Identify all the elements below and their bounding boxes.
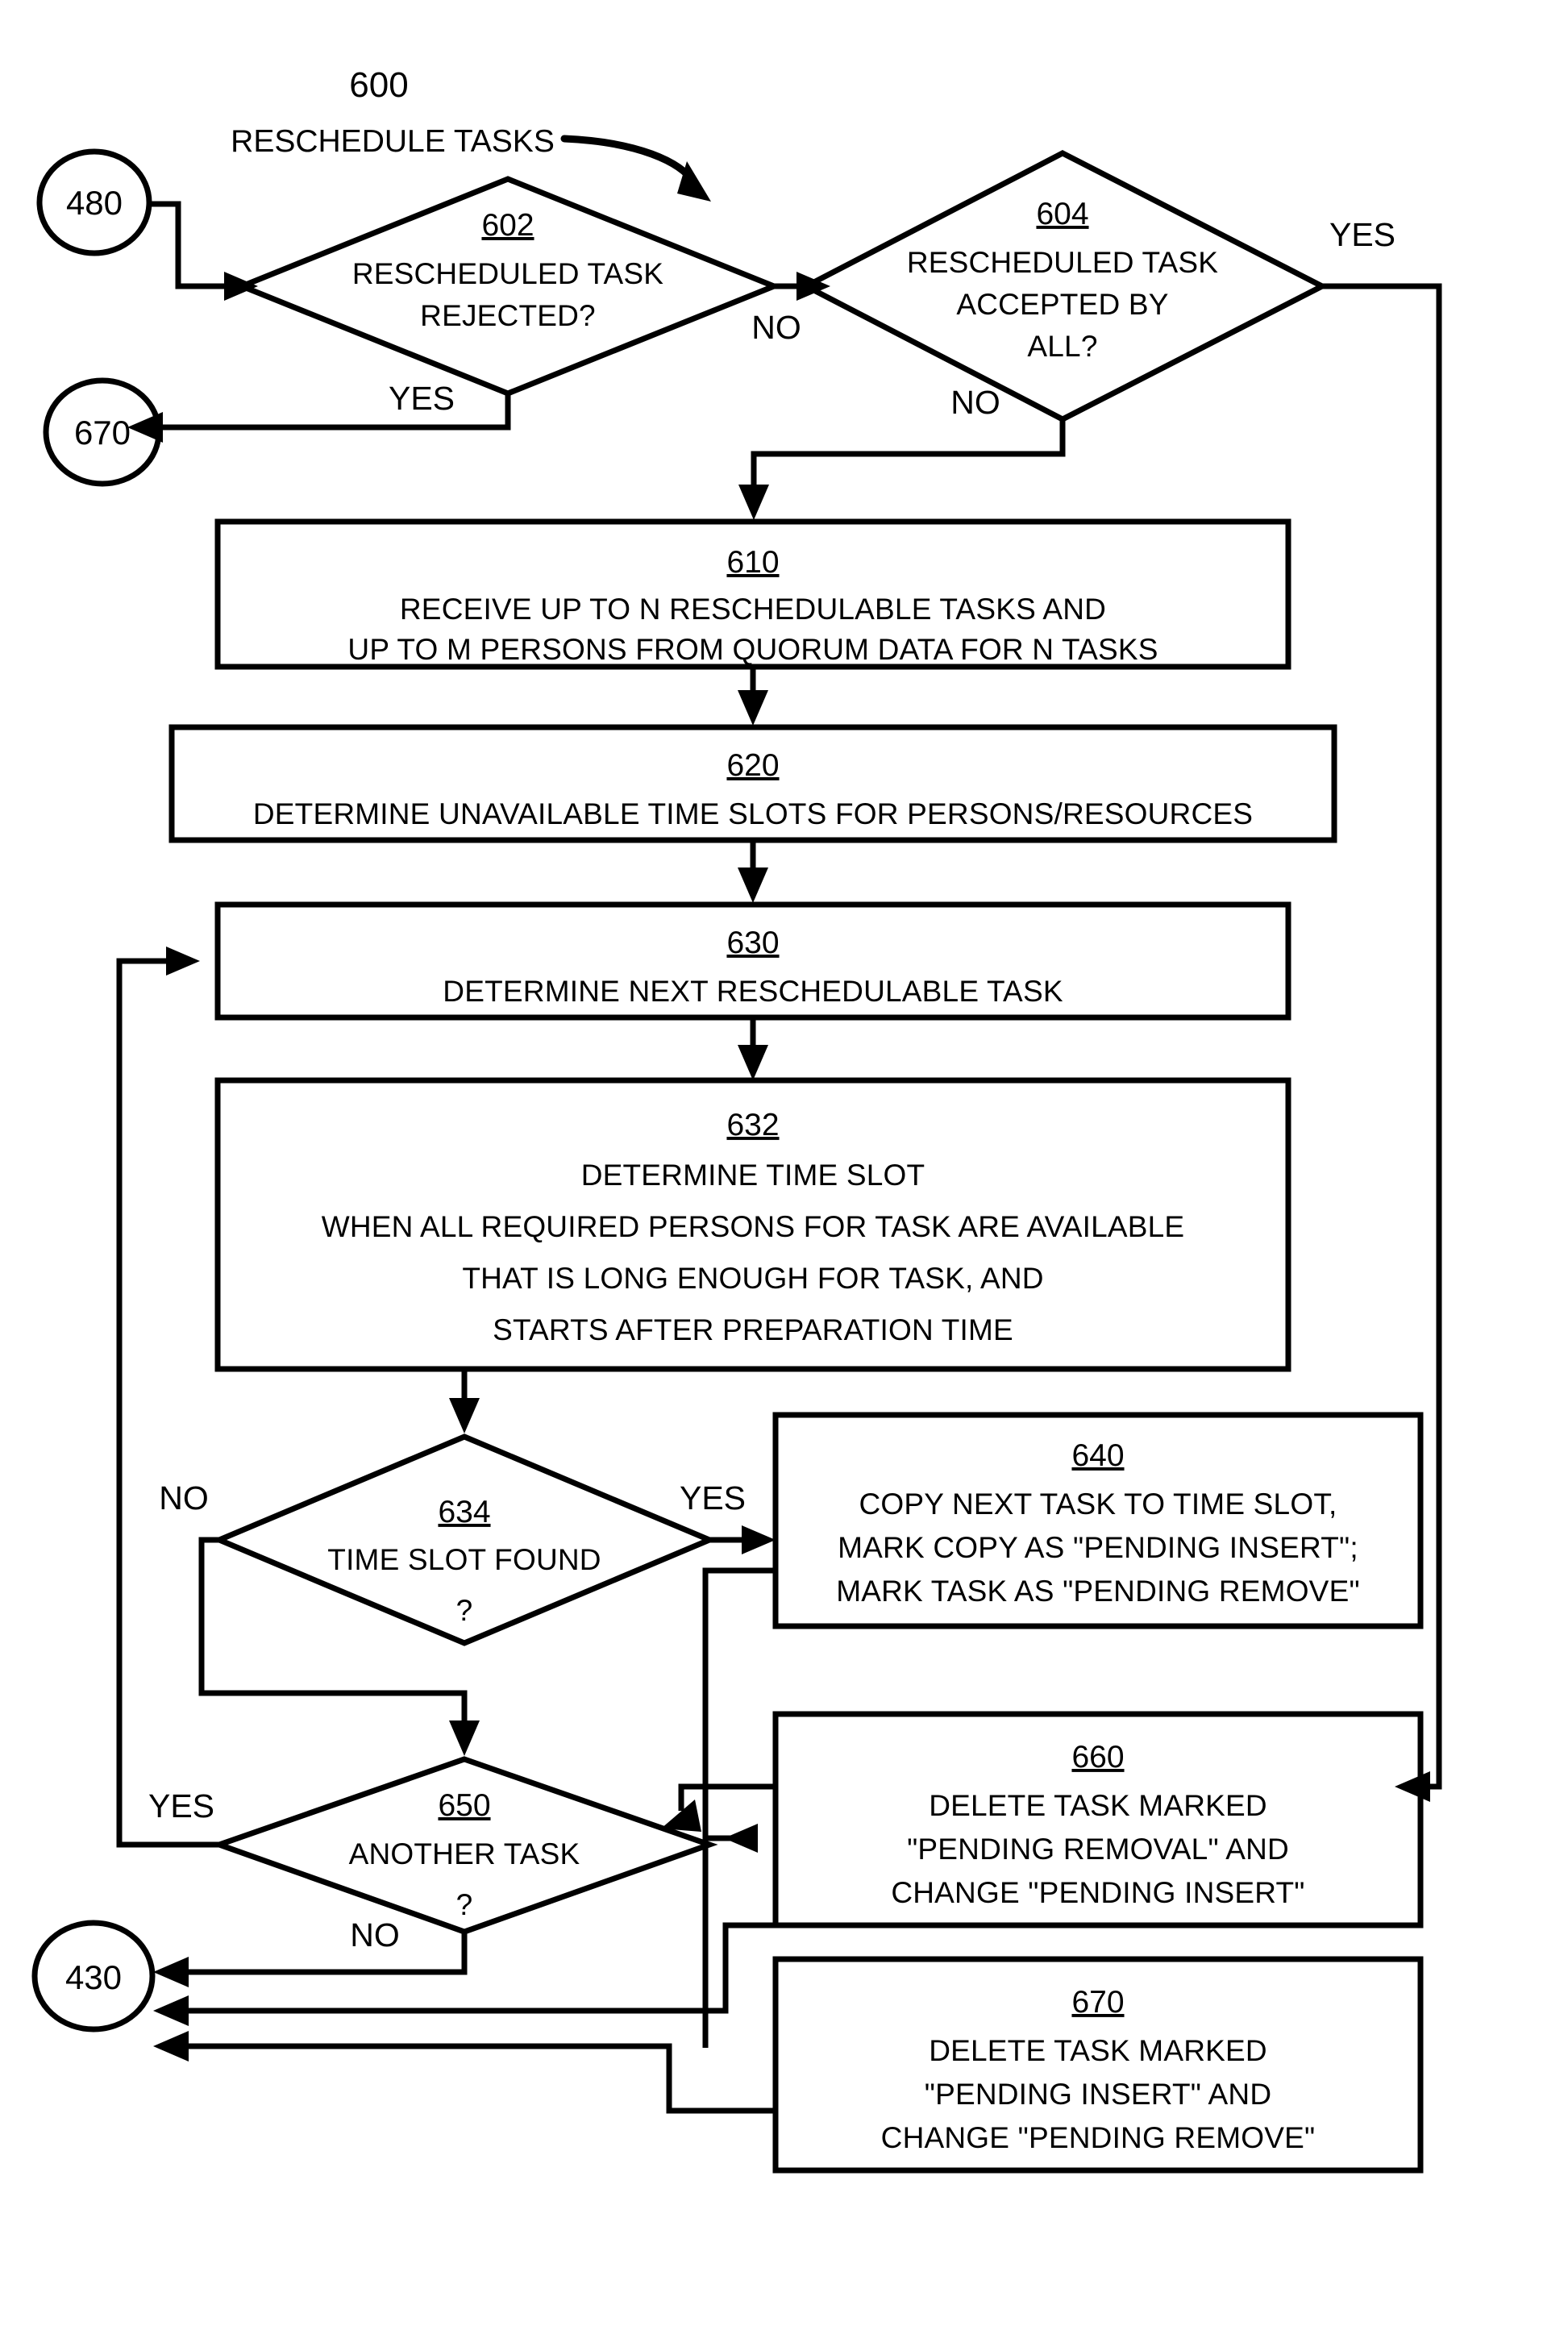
connector-480-label: 480 (66, 184, 123, 222)
decision-650-ref: 650 (438, 1788, 490, 1823)
decision-634-line-1: TIME SLOT FOUND (327, 1543, 601, 1576)
edge-650-no-arrowhead (153, 1957, 189, 1987)
figure-number: 600 (349, 65, 408, 105)
edge-604-no-to-610 (751, 419, 1066, 492)
connector-670-left-label: 670 (74, 414, 131, 451)
process-632-line-2: WHEN ALL REQUIRED PERSONS FOR TASK ARE A… (322, 1210, 1185, 1243)
edge-label-602-yes: YES (389, 380, 455, 417)
process-670-line-3: CHANGE "PENDING REMOVE" (881, 2121, 1316, 2154)
process-660-line-3: CHANGE "PENDING INSERT" (891, 1876, 1304, 1909)
process-640-line-2: MARK COPY AS "PENDING INSERT"; (838, 1531, 1358, 1564)
edge-670-to-430 (181, 2043, 776, 2114)
process-632-line-3: THAT IS LONG ENOUGH FOR TASK, AND (462, 1262, 1043, 1295)
edge-640-to-650-arrowhead (724, 1824, 758, 1853)
process-610-ref: 610 (726, 545, 779, 580)
decision-602-line-1: RESCHEDULED TASK (352, 257, 663, 290)
edge-634-yes-arrowhead (742, 1525, 776, 1554)
edge-670-to-430-arrowhead (153, 2031, 189, 2062)
edge-label-604-no: NO (950, 384, 1000, 421)
decision-604-line-2: ACCEPTED BY (956, 288, 1168, 321)
process-640-ref: 640 (1071, 1438, 1124, 1473)
process-630-line-1: DETERMINE NEXT RESCHEDULABLE TASK (443, 975, 1063, 1008)
edge-label-650-no: NO (350, 1916, 400, 1953)
title-pointer-curve (560, 135, 699, 188)
edge-label-650-yes: YES (148, 1787, 214, 1824)
decision-604 (800, 150, 1329, 422)
process-610-line-1: RECEIVE UP TO N RESCHEDULABLE TASKS AND (400, 593, 1106, 626)
process-660-line-2: "PENDING REMOVAL" AND (907, 1833, 1289, 1866)
edge-634-no-arrowhead (449, 1720, 480, 1756)
process-620-ref: 620 (726, 748, 779, 783)
process-640-line-3: MARK TASK AS "PENDING REMOVE" (836, 1575, 1360, 1608)
decision-604-line-3: ALL? (1027, 330, 1097, 363)
process-670-line-1: DELETE TASK MARKED (929, 2034, 1267, 2067)
edge-label-634-yes: YES (680, 1479, 746, 1517)
connector-430-label: 430 (65, 1958, 122, 1996)
edge-604-no-arrowhead (738, 485, 769, 520)
edge-620-to-630-arrowhead (738, 868, 768, 903)
decision-602-ref: 602 (481, 208, 534, 243)
edge-660-to-430-arrowhead (153, 1995, 189, 2026)
decision-604-line-1: RESCHEDULED TASK (907, 246, 1218, 279)
process-630-ref: 630 (726, 926, 779, 960)
process-610-line-2: UP TO M PERSONS FROM QUORUM DATA FOR N T… (347, 633, 1158, 666)
patent-figure: 600 RESCHEDULE TASKS 480 602 RESCHEDULED… (0, 0, 1568, 2330)
decision-604-ref: 604 (1036, 197, 1088, 231)
edge-650-yes-to-630 (116, 958, 219, 1848)
decision-650-line-1: ANOTHER TASK (349, 1837, 580, 1870)
figure-title: RESCHEDULE TASKS (231, 124, 555, 159)
edge-label-602-no: NO (751, 309, 801, 346)
edge-label-604-yes: YES (1329, 216, 1395, 253)
process-670-ref: 670 (1071, 1985, 1124, 2020)
edge-610-to-620-arrowhead (738, 690, 768, 726)
process-632-line-4: STARTS AFTER PREPARATION TIME (493, 1313, 1013, 1346)
edge-630-to-632-arrowhead (738, 1045, 768, 1080)
edge-660-to-430 (181, 1922, 776, 2014)
process-660-line-1: DELETE TASK MARKED (929, 1789, 1267, 1822)
edge-650-yes-arrowhead (166, 947, 200, 976)
process-632-ref: 632 (726, 1108, 779, 1142)
decision-602-line-2: REJECTED? (420, 299, 596, 332)
edge-604-yes-arrowhead (1395, 1771, 1430, 1802)
edge-650-no-to-430 (181, 1932, 468, 1975)
process-670-line-2: "PENDING INSERT" AND (925, 2078, 1272, 2111)
process-620-line-1: DETERMINE UNAVAILABLE TIME SLOTS FOR PER… (253, 797, 1253, 830)
process-640-line-1: COPY NEXT TASK TO TIME SLOT, (859, 1487, 1337, 1521)
decision-634-line-2: ? (456, 1594, 473, 1627)
flowchart-canvas: 600 RESCHEDULE TASKS 480 602 RESCHEDULED… (31, 65, 1442, 2174)
edge-label-634-no: NO (159, 1479, 209, 1517)
process-632-line-1: DETERMINE TIME SLOT (581, 1159, 925, 1192)
decision-650-line-2: ? (456, 1888, 473, 1921)
decision-634-ref: 634 (438, 1495, 490, 1529)
edge-640-to-650 (702, 1567, 776, 1841)
edge-632-to-634-arrowhead (449, 1398, 480, 1433)
process-660-ref: 660 (1071, 1740, 1124, 1775)
edge-480-to-602 (149, 201, 235, 289)
